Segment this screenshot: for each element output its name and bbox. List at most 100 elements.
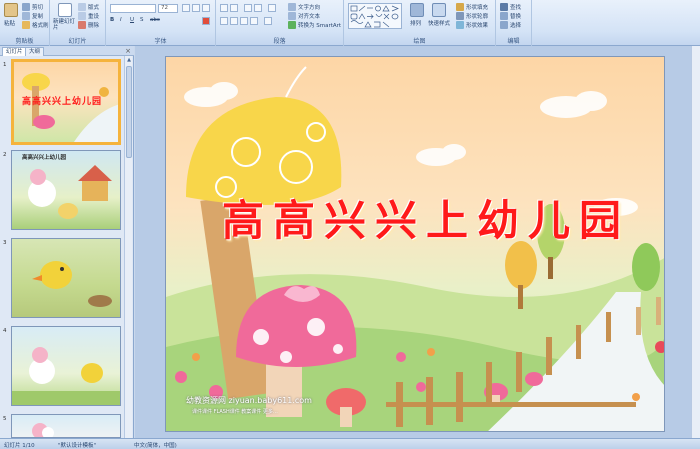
slide-thumbnail-3[interactable] — [11, 238, 121, 318]
new-slide-button[interactable]: 新建幻灯片 — [53, 19, 77, 31]
slide-editor: 高高兴兴上幼儿园 幼教资源网 ziyuan.baby611.com 课件课件 F… — [135, 46, 700, 438]
select-button[interactable]: 选择 — [500, 21, 521, 29]
shapes-gallery-icon — [350, 5, 399, 28]
italic-button[interactable]: I — [120, 17, 122, 23]
reset-button[interactable]: 重设 — [78, 12, 99, 20]
tab-slides[interactable]: 幻灯片 — [2, 47, 27, 56]
slide-position: 幻灯片 1/10 — [4, 443, 35, 449]
align-text-button[interactable]: 对齐文本 — [288, 12, 320, 20]
shadow-button[interactable]: S — [140, 17, 144, 23]
slide-thumbnail-4[interactable] — [11, 326, 121, 406]
binoculars-icon — [500, 3, 508, 11]
layout-icon — [78, 3, 86, 11]
replace-button[interactable]: 替换 — [500, 12, 521, 20]
drawing-group-label: 绘图 — [413, 38, 426, 45]
align-text-icon — [288, 12, 296, 20]
copy-button[interactable]: 复制 — [22, 12, 43, 20]
font-group-label: 字体 — [154, 38, 167, 45]
shape-outline-button[interactable]: 形状轮廓 — [456, 12, 488, 20]
pen-icon — [456, 12, 464, 20]
font-name-combo[interactable] — [110, 4, 156, 13]
cursor-icon — [500, 21, 508, 29]
format-painter-button[interactable]: 格式刷 — [22, 21, 49, 29]
scroll-up-icon[interactable]: ▲ — [125, 56, 133, 64]
current-slide[interactable]: 高高兴兴上幼儿园 幼教资源网 ziyuan.baby611.com 课件课件 F… — [165, 56, 665, 432]
watermark-subtext: 课件课件 FLASH课件 教案课件 更多… — [192, 409, 278, 415]
quick-styles-button[interactable]: 快速样式 — [428, 19, 450, 27]
language: 中文(简体，中国) — [134, 443, 177, 449]
slide-number: 2 — [3, 152, 7, 158]
shape-fill-button[interactable]: 形状填充 — [456, 3, 488, 11]
slide-4-illustration — [12, 347, 120, 405]
font-size-combo[interactable]: 72 — [158, 4, 178, 13]
clear-format-button[interactable] — [202, 4, 210, 12]
thumb-title: 高高兴兴上幼儿园 — [22, 97, 103, 107]
underline-button[interactable]: U — [130, 17, 134, 23]
slide-title[interactable]: 高高兴兴上幼儿园 — [222, 187, 642, 248]
paragraph-group-label: 段落 — [273, 38, 286, 45]
slide-2-illustration — [28, 165, 112, 219]
arrange-button[interactable]: 排列 — [410, 19, 421, 27]
slide-thumbnail-2[interactable]: 高高兴兴上幼儿园 — [11, 150, 121, 230]
smartart-button[interactable]: 转换为 SmartArt — [288, 21, 341, 29]
delete-icon — [78, 21, 86, 29]
layout-button[interactable]: 版式 — [78, 3, 99, 11]
tab-outline[interactable]: 大纲 — [25, 47, 45, 56]
delete-button[interactable]: 删除 — [78, 21, 99, 29]
new-slide-icon[interactable] — [58, 3, 72, 17]
smartart-icon — [288, 21, 296, 29]
theme-name: "默认设计模板" — [58, 443, 97, 449]
slide-thumbnail-5[interactable] — [11, 414, 121, 438]
text-direction-icon — [288, 3, 296, 11]
slides-group-label: 幻灯片 — [68, 38, 87, 45]
clipboard-group: 粘贴 剪切 复制 格式刷 剪贴板 — [0, 0, 50, 46]
paint-bucket-icon — [456, 3, 464, 11]
slide-number: 3 — [3, 240, 7, 246]
shape-effects-button[interactable]: 形状效果 — [456, 21, 488, 29]
strikethrough-button[interactable]: abc — [150, 17, 160, 23]
columns-button[interactable] — [264, 17, 272, 25]
find-button[interactable]: 查找 — [500, 3, 521, 11]
decrease-indent-button[interactable] — [244, 4, 252, 12]
slides-pane: 幻灯片 大纲 × 1 高高兴兴上幼儿园 2 高高兴兴上幼儿园 3 4 5 ▲ — [0, 46, 134, 438]
ribbon: 粘贴 剪切 复制 格式刷 剪贴板 新建幻灯片 版式 重设 删除 幻灯片 72 B… — [0, 0, 700, 46]
align-right-button[interactable] — [240, 17, 248, 25]
cut-button[interactable]: 剪切 — [22, 3, 43, 11]
status-bar: 幻灯片 1/10 "默认设计模板" 中文(简体，中国) — [0, 438, 700, 449]
close-icon[interactable]: × — [125, 47, 131, 55]
shrink-font-button[interactable] — [192, 4, 200, 12]
editing-group: 查找 替换 选择 编辑 — [496, 0, 532, 46]
slide-5-illustration — [32, 423, 54, 437]
increase-indent-button[interactable] — [254, 4, 262, 12]
scissors-icon — [22, 3, 30, 11]
bullets-button[interactable] — [220, 4, 228, 12]
editor-scrollbar[interactable] — [691, 46, 700, 438]
slide-thumbnail-1[interactable]: 高高兴兴上幼儿园 — [11, 59, 121, 145]
editing-group-label: 编辑 — [507, 38, 520, 45]
numbering-button[interactable] — [230, 4, 238, 12]
text-direction-button[interactable]: 文字方向 — [288, 3, 320, 11]
font-group: 72 B I U S abc 字体 — [106, 0, 216, 46]
align-left-button[interactable] — [220, 17, 228, 25]
slide-number: 1 — [3, 62, 7, 68]
justify-button[interactable] — [250, 17, 258, 25]
reset-icon — [78, 12, 86, 20]
pane-scrollbar[interactable]: ▲ — [124, 56, 132, 438]
align-center-button[interactable] — [230, 17, 238, 25]
line-spacing-button[interactable] — [268, 4, 276, 12]
watermark-text: 幼教资源网 ziyuan.baby611.com — [186, 396, 312, 405]
quick-styles-icon[interactable] — [432, 3, 446, 17]
paste-button[interactable]: 粘贴 — [4, 19, 15, 27]
paste-icon[interactable] — [4, 3, 18, 17]
pane-scroll-thumb[interactable] — [126, 66, 132, 158]
shapes-gallery[interactable] — [348, 3, 402, 29]
arrange-icon[interactable] — [410, 3, 424, 17]
font-color-button[interactable] — [202, 17, 210, 25]
pane-tabs: 幻灯片 大纲 × — [0, 46, 134, 56]
bold-button[interactable]: B — [110, 17, 114, 23]
clipboard-group-label: 剪贴板 — [15, 38, 34, 45]
replace-icon — [500, 12, 508, 20]
slides-group: 新建幻灯片 版式 重设 删除 幻灯片 — [50, 0, 106, 46]
grow-font-button[interactable] — [182, 4, 190, 12]
thumb-title: 高高兴兴上幼儿园 — [22, 155, 67, 161]
